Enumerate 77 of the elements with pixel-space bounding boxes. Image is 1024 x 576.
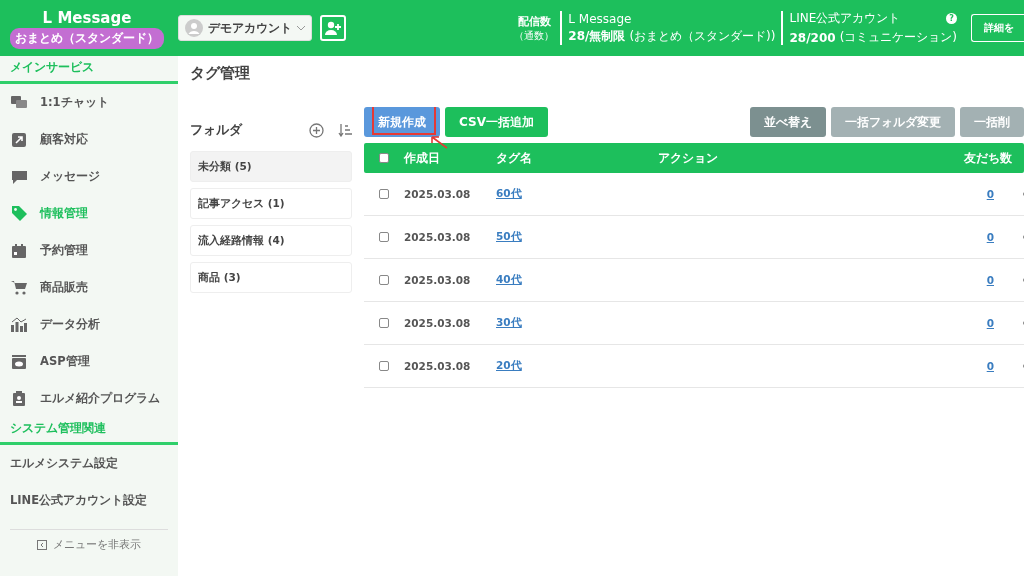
folder-item[interactable]: 流入経路情報 (4) — [190, 225, 352, 256]
plan-badge: おまとめ（スタンダード） — [10, 27, 164, 49]
sidebar-item[interactable]: メッセージ — [0, 158, 178, 195]
folder-title: フォルダ — [190, 121, 244, 139]
friends-count-link[interactable]: 0 — [986, 231, 994, 243]
stat-title: L Message — [568, 11, 632, 26]
stat-value: 28/200 — [789, 30, 836, 45]
sidebar-item[interactable]: LINE公式アカウント設定 — [0, 482, 178, 519]
bar-chart-icon — [10, 317, 28, 332]
chat-bubbles-icon — [10, 95, 28, 110]
sidebar-item[interactable]: データ分析 — [0, 306, 178, 343]
row-checkbox[interactable] — [379, 189, 389, 199]
sidebar-item[interactable]: 予約管理 — [0, 232, 178, 269]
date-cell: 2025.03.08 — [404, 317, 471, 329]
tag-link[interactable]: 30代 — [496, 316, 522, 328]
row-checkbox[interactable] — [379, 318, 389, 328]
select-all-checkbox[interactable] — [379, 153, 389, 163]
add-user-button[interactable] — [320, 15, 346, 41]
column-header: アクション — [658, 150, 718, 165]
collapse-icon — [37, 540, 47, 550]
row-checkbox[interactable] — [379, 275, 389, 285]
arrow-square-icon — [10, 132, 28, 147]
sidebar-item[interactable]: 1:1チャット — [0, 84, 178, 121]
date-cell: 2025.03.08 — [404, 188, 471, 200]
folder-item[interactable]: 記事アクセス (1) — [190, 188, 352, 219]
calendar-icon — [10, 243, 28, 258]
add-folder-icon[interactable] — [309, 122, 324, 138]
friends-count-link[interactable]: 0 — [986, 360, 994, 372]
section-title: システム管理関連 — [0, 417, 178, 445]
stats-sublabel: （通数） — [514, 28, 555, 43]
column-header: 友だち数 — [964, 150, 1012, 165]
sidebar-item[interactable]: 商品販売 — [0, 269, 178, 306]
folder-item[interactable]: 商品 (3) — [190, 262, 352, 293]
stats-label: 配信数 — [517, 13, 551, 29]
sort-icon[interactable] — [338, 123, 352, 137]
friends-count-link[interactable]: 0 — [986, 317, 994, 329]
tag-link[interactable]: 60代 — [496, 187, 522, 199]
toolbar-button[interactable]: 並べ替え — [750, 107, 826, 137]
tag-link[interactable]: 50代 — [496, 230, 522, 242]
date-cell: 2025.03.08 — [404, 231, 471, 243]
stat-value: 28/無制限 — [568, 27, 626, 45]
cart-icon — [10, 280, 28, 295]
date-cell: 2025.03.08 — [404, 274, 471, 286]
toolbar-button[interactable]: CSV一括追加 — [445, 107, 548, 137]
column-header: タグ名 — [496, 150, 532, 165]
sidebar-item[interactable]: 情報管理 — [0, 195, 178, 232]
account-selector[interactable]: デモアカウント — [178, 15, 312, 41]
row-checkbox[interactable] — [379, 361, 389, 371]
sidebar-item[interactable]: 顧客対応 — [0, 121, 178, 158]
toolbar-button[interactable]: 新規作成 — [364, 107, 440, 137]
folder-item[interactable]: 未分類 (5) — [190, 151, 352, 182]
box-icon — [10, 354, 28, 369]
stat-note: (おまとめ（スタンダード)) — [629, 27, 776, 45]
section-title: メインサービス — [0, 56, 178, 84]
tag-link[interactable]: 40代 — [496, 273, 522, 285]
tag-link[interactable]: 20代 — [496, 359, 522, 371]
sidebar-item[interactable]: エルメシステム設定 — [0, 445, 178, 482]
stat-title: LINE公式アカウント — [789, 10, 901, 27]
sidebar-item[interactable]: エルメ紹介プログラム — [0, 380, 178, 417]
stat-note: (コミュニケーション) — [839, 29, 957, 46]
column-header: 作成日 — [404, 150, 440, 165]
tag-icon — [10, 206, 28, 221]
friends-count-link[interactable]: 0 — [986, 274, 994, 286]
help-icon[interactable]: ? — [946, 13, 957, 24]
logo: L Message — [42, 7, 132, 28]
row-checkbox[interactable] — [379, 232, 389, 242]
avatar-icon — [185, 19, 203, 37]
page-title: タグ管理 — [190, 64, 251, 83]
id-badge-icon — [10, 391, 28, 406]
detail-button[interactable]: 詳細を — [971, 14, 1024, 42]
add-person-icon — [325, 21, 341, 35]
friends-count-link[interactable]: 0 — [986, 188, 994, 200]
chevron-down-icon — [297, 25, 305, 31]
pointer-arrow-icon — [430, 135, 448, 149]
date-cell: 2025.03.08 — [404, 360, 471, 372]
hide-menu-link[interactable]: メニューを非表示 — [53, 538, 141, 552]
sidebar-item[interactable]: ASP管理 — [0, 343, 178, 380]
